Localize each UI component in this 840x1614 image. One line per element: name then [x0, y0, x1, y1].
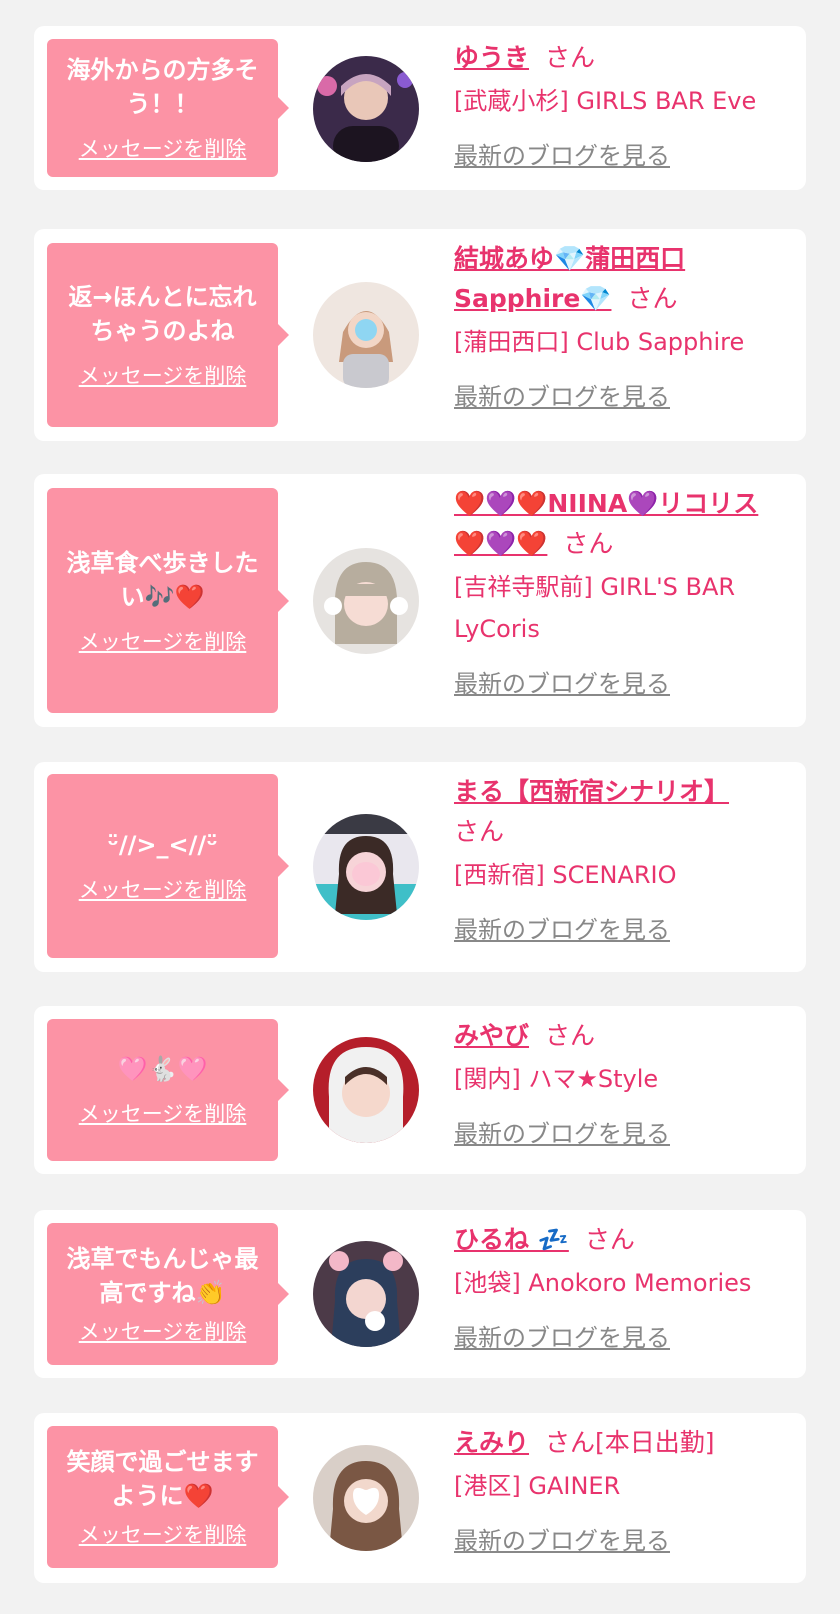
avatar[interactable] [313, 548, 419, 654]
cast-name-line: えみり さん[本日出勤] [454, 1423, 794, 1463]
avatar-image [313, 548, 419, 654]
message-card: 浅草でもんじゃ最高ですね👏 メッセージを削除 ひるね 💤 さん [池袋] Anok… [34, 1210, 806, 1378]
shop-label: [関内] ハマ★Style [454, 1065, 659, 1093]
latest-blog-link[interactable]: 最新のブログを見る [454, 664, 670, 699]
honorific: さん [584, 1225, 635, 1254]
avatar-image [313, 1037, 419, 1143]
honorific: さん [454, 817, 505, 846]
message-bubble: 笑顔で過ごせますように❤️ メッセージを削除 [47, 1426, 289, 1568]
shop-label: [港区] GAINER [454, 1472, 621, 1500]
avatar[interactable] [313, 814, 419, 920]
delete-message-link[interactable]: メッセージを削除 [79, 1098, 247, 1128]
shop-label: [池袋] Anokoro Memories [454, 1269, 752, 1297]
honorific: さん[本日出勤] [545, 1428, 715, 1457]
message-bubble: 海外からの方多そう！！ メッセージを削除 [47, 39, 289, 177]
cast-name-line: ❤️💜❤️NIINA💜リコリス❤️💜❤️ さん [454, 484, 774, 564]
message-card: 🩷🐇🩷 メッセージを削除 みやび さん [関内] ハマ★Style 最新のブログを… [34, 1006, 806, 1174]
cast-info: ひるね 💤 さん [池袋] Anokoro Memories 最新のブログを見る [454, 1220, 794, 1353]
message-text: 🩷🐇🩷 [117, 1055, 208, 1083]
avatar-image [313, 282, 419, 388]
delete-message-link[interactable]: メッセージを削除 [79, 133, 247, 163]
cast-info: えみり さん[本日出勤] [港区] GAINER 最新のブログを見る [454, 1423, 794, 1556]
delete-message-link[interactable]: メッセージを削除 [79, 360, 247, 390]
message-bubble: 🩷🐇🩷 メッセージを削除 [47, 1019, 289, 1161]
message-card: 笑顔で過ごせますように❤️ メッセージを削除 えみり さん[本日出勤] [港区] … [34, 1413, 806, 1583]
cast-name-line: 結城あゆ💎蒲田西口Sapphire💎 さん [454, 239, 754, 319]
message-bubble: 浅草でもんじゃ最高ですね👏 メッセージを削除 [47, 1223, 289, 1365]
cast-name-link[interactable]: えみり [454, 1428, 529, 1457]
avatar-image [313, 56, 419, 162]
message-bubble: 返→ほんとに忘れちゃうのよね メッセージを削除 [47, 243, 289, 427]
cast-info: みやび さん [関内] ハマ★Style 最新のブログを見る [454, 1016, 794, 1149]
message-text: 浅草食べ歩きしたい🎶❤️ [66, 548, 259, 611]
avatar[interactable] [313, 282, 419, 388]
cast-info: ❤️💜❤️NIINA💜リコリス❤️💜❤️ さん [吉祥寺駅前] GIRL'S BA… [454, 484, 794, 699]
latest-blog-link[interactable]: 最新のブログを見る [454, 377, 670, 412]
message-card: ᵕ̈//>_<//ᵕ̈ メッセージを削除 まる【西新宿シナリオ】 さん [西新宿]… [34, 762, 806, 972]
message-text: ᵕ̈//>_<//ᵕ̈ [107, 831, 218, 859]
message-card: 海外からの方多そう！！ メッセージを削除 ゆうき さん [武蔵小杉] GIRLS … [34, 26, 806, 190]
honorific: さん [545, 1021, 596, 1050]
cast-name-link[interactable]: ゆうき [454, 43, 529, 72]
cast-name-line: まる【西新宿シナリオ】 さん [454, 772, 784, 852]
avatar-image [313, 1241, 419, 1347]
cast-name-link[interactable]: ひるね 💤 [454, 1225, 569, 1254]
latest-blog-link[interactable]: 最新のブログを見る [454, 1318, 670, 1353]
shop-label: [蒲田西口] Club Sapphire [454, 328, 745, 356]
message-text: 笑顔で過ごせますように❤️ [66, 1448, 259, 1510]
message-bubble: ᵕ̈//>_<//ᵕ̈ メッセージを削除 [47, 774, 289, 958]
honorific: さん [563, 529, 614, 558]
cast-info: まる【西新宿シナリオ】 さん [西新宿] SCENARIO 最新のブログを見る [454, 772, 794, 945]
latest-blog-link[interactable]: 最新のブログを見る [454, 136, 670, 171]
avatar[interactable] [313, 1037, 419, 1143]
cast-info: 結城あゆ💎蒲田西口Sapphire💎 さん [蒲田西口] Club Sapphir… [454, 239, 794, 412]
avatar[interactable] [313, 56, 419, 162]
delete-message-link[interactable]: メッセージを削除 [79, 874, 247, 904]
delete-message-link[interactable]: メッセージを削除 [79, 1519, 247, 1549]
delete-message-link[interactable]: メッセージを削除 [79, 1316, 247, 1346]
message-text: 返→ほんとに忘れちゃうのよね [68, 283, 257, 345]
message-bubble: 浅草食べ歩きしたい🎶❤️ メッセージを削除 [47, 488, 289, 713]
avatar[interactable] [313, 1445, 419, 1551]
avatar[interactable] [313, 1241, 419, 1347]
cast-info: ゆうき さん [武蔵小杉] GIRLS BAR Eve 最新のブログを見る [454, 38, 794, 171]
cast-name-line: みやび さん [454, 1016, 794, 1056]
delete-message-link[interactable]: メッセージを削除 [79, 626, 247, 656]
shop-label: [武蔵小杉] GIRLS BAR Eve [454, 87, 757, 115]
shop-label: [西新宿] SCENARIO [454, 861, 677, 889]
message-text: 海外からの方多そう！！ [66, 56, 259, 118]
cast-name-line: ゆうき さん [454, 38, 794, 78]
message-card: 返→ほんとに忘れちゃうのよね メッセージを削除 結城あゆ💎蒲田西口Sapphir… [34, 229, 806, 441]
latest-blog-link[interactable]: 最新のブログを見る [454, 910, 670, 945]
latest-blog-link[interactable]: 最新のブログを見る [454, 1521, 670, 1556]
avatar-image [313, 1445, 419, 1551]
avatar-image [313, 814, 419, 920]
cast-name-link[interactable]: まる【西新宿シナリオ】 [454, 777, 729, 806]
cast-name-line: ひるね 💤 さん [454, 1220, 794, 1260]
honorific: さん [545, 43, 596, 72]
honorific: さん [627, 284, 678, 313]
message-list: 海外からの方多そう！！ メッセージを削除 ゆうき さん [武蔵小杉] GIRLS … [0, 0, 840, 1614]
message-text: 浅草でもんじゃ最高ですね👏 [66, 1245, 259, 1307]
cast-name-link[interactable]: みやび [454, 1021, 529, 1050]
latest-blog-link[interactable]: 最新のブログを見る [454, 1114, 670, 1149]
message-card: 浅草食べ歩きしたい🎶❤️ メッセージを削除 ❤️💜❤️NIINA💜リコリス❤️💜… [34, 474, 806, 727]
shop-label: [吉祥寺駅前] GIRL'S BAR LyCoris [454, 573, 736, 643]
